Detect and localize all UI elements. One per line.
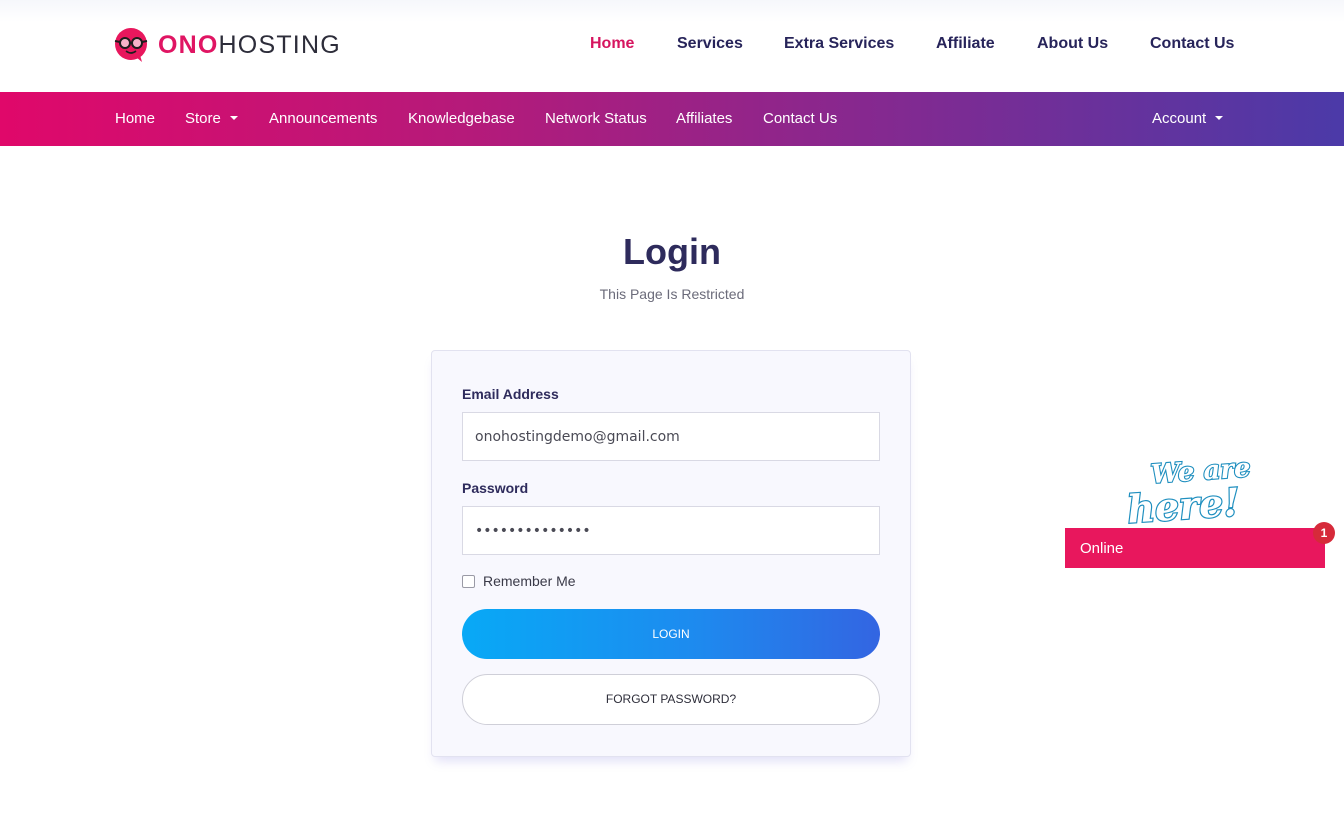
main-nav-affiliate[interactable]: Affiliate bbox=[936, 33, 995, 55]
subnav-account[interactable]: Account bbox=[1152, 110, 1224, 128]
chat-status-label: Online bbox=[1080, 540, 1124, 557]
subnav-store[interactable]: Store bbox=[185, 110, 238, 128]
main-nav-extra-services[interactable]: Extra Services bbox=[784, 33, 894, 55]
caret-down-icon bbox=[1215, 116, 1224, 120]
subnav-announcements-label: Announcements bbox=[269, 110, 378, 127]
page-subtitle: This Page Is Restricted bbox=[599, 286, 745, 302]
brand-logo[interactable]: ONOHOSTING bbox=[114, 27, 341, 63]
main-nav-about-us[interactable]: About Us bbox=[1037, 33, 1108, 55]
chat-status-bar[interactable]: Online bbox=[1065, 528, 1325, 568]
subnav-affiliates[interactable]: Affiliates bbox=[676, 110, 732, 128]
subnav-store-label: Store bbox=[185, 110, 221, 127]
main-nav-home[interactable]: Home bbox=[590, 33, 634, 55]
brand-name-part1: ONO bbox=[158, 31, 219, 59]
subnav-network-status[interactable]: Network Status bbox=[545, 110, 647, 128]
subnav-announcements[interactable]: Announcements bbox=[269, 110, 377, 128]
password-field[interactable] bbox=[462, 506, 880, 555]
subnav-home-label: Home bbox=[115, 110, 156, 127]
brand-name: ONOHOSTING bbox=[158, 27, 341, 63]
subnav-contact-us[interactable]: Contact Us bbox=[763, 110, 837, 128]
client-area-nav: Home Store Announcements Knowledgebase N… bbox=[0, 92, 1344, 146]
forgot-password-button[interactable]: FORGOT PASSWORD? bbox=[462, 674, 880, 725]
main-nav-contact-us[interactable]: Contact Us bbox=[1150, 33, 1234, 55]
subnav-affiliates-label: Affiliates bbox=[676, 110, 733, 127]
remember-me-row: Remember Me bbox=[462, 573, 576, 589]
chat-unread-badge[interactable]: 1 bbox=[1313, 522, 1335, 544]
subnav-account-label: Account bbox=[1152, 110, 1207, 127]
brand-name-part2: HOSTING bbox=[218, 31, 341, 59]
subnav-home[interactable]: Home bbox=[115, 110, 155, 128]
email-label: Email Address bbox=[462, 386, 559, 402]
email-field[interactable] bbox=[462, 412, 880, 461]
page-title: Login bbox=[623, 231, 721, 272]
subnav-knowledgebase[interactable]: Knowledgebase bbox=[408, 110, 515, 128]
remember-me-checkbox[interactable] bbox=[462, 574, 475, 588]
login-card: Email Address Password Remember Me LOGIN… bbox=[431, 350, 911, 757]
main-nav-services[interactable]: Services bbox=[677, 33, 743, 55]
we-are-here-chat-art[interactable]: We are here! bbox=[1122, 452, 1270, 526]
nerd-face-logo-icon bbox=[114, 28, 148, 62]
subnav-network-status-label: Network Status bbox=[545, 110, 647, 127]
top-header: ONOHOSTING Home Services Extra Services … bbox=[0, 0, 1344, 92]
here-text: here! bbox=[1126, 479, 1242, 526]
login-button[interactable]: LOGIN bbox=[462, 609, 880, 659]
remember-me-label: Remember Me bbox=[483, 573, 576, 589]
caret-down-icon bbox=[229, 116, 238, 120]
subnav-contact-us-label: Contact Us bbox=[763, 110, 838, 127]
password-label: Password bbox=[462, 480, 529, 496]
subnav-knowledgebase-label: Knowledgebase bbox=[408, 110, 515, 127]
